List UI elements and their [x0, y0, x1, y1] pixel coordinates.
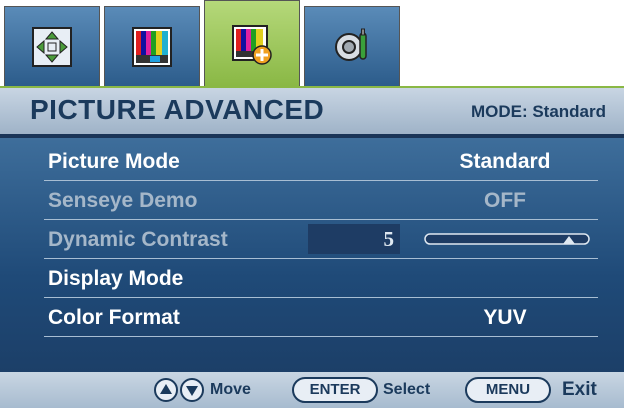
osd-menu: PICTURE ADVANCED MODE: Standard Picture …: [0, 0, 624, 408]
menu-item-display-mode[interactable]: Display Mode: [44, 259, 598, 298]
contrast-value-box: 5: [308, 224, 400, 254]
menu-item-picture-mode[interactable]: Picture Mode Standard: [44, 142, 598, 181]
tab-picture[interactable]: [104, 6, 200, 86]
menu-item-label: Display Mode: [48, 267, 184, 290]
tab-picture-advanced[interactable]: [204, 0, 300, 86]
menu-panel: Picture Mode Standard Senseye Demo OFF D…: [0, 134, 624, 372]
move-hint: Move: [210, 381, 251, 398]
menu-item-label: Picture Mode: [48, 150, 180, 173]
page-title: PICTURE ADVANCED: [30, 94, 325, 125]
menu-item-value: YUV: [483, 306, 527, 329]
up-button[interactable]: [154, 378, 178, 402]
menu-item-color-format[interactable]: Color Format YUV: [44, 298, 598, 337]
tab-display[interactable]: [4, 6, 100, 86]
down-button[interactable]: [180, 378, 204, 402]
menu-item-label: Senseye Demo: [48, 189, 198, 212]
exit-hint: Exit: [562, 379, 597, 400]
move-arrows-icon: [32, 27, 72, 67]
menu-header: PICTURE ADVANCED MODE: Standard: [0, 86, 624, 134]
menu-item-label: Color Format: [48, 306, 180, 329]
menu-item-dynamic-contrast[interactable]: Dynamic Contrast 5: [44, 220, 598, 259]
tab-system[interactable]: [304, 6, 400, 86]
gear-settings-icon: [335, 28, 367, 61]
triangle-up-icon: [160, 384, 172, 394]
color-bars-plus-icon: [232, 25, 272, 65]
color-bars-icon: [132, 27, 172, 67]
tab-strip: [0, 0, 624, 86]
mode-indicator: MODE: Standard: [470, 102, 606, 121]
menu-item-value: OFF: [484, 189, 526, 212]
menu-item-senseye-demo[interactable]: Senseye Demo OFF: [44, 181, 598, 220]
menu-item-value: Standard: [459, 150, 551, 173]
menu-item-label: Dynamic Contrast: [48, 228, 228, 251]
panel-divider: [0, 134, 624, 138]
select-hint: Select: [383, 381, 431, 398]
control-hints: Move ENTER Select MENU Exit: [0, 372, 624, 408]
triangle-down-icon: [186, 386, 198, 396]
enter-button[interactable]: ENTER: [292, 377, 378, 403]
menu-button[interactable]: MENU: [465, 377, 551, 403]
contrast-slider[interactable]: [424, 233, 590, 245]
